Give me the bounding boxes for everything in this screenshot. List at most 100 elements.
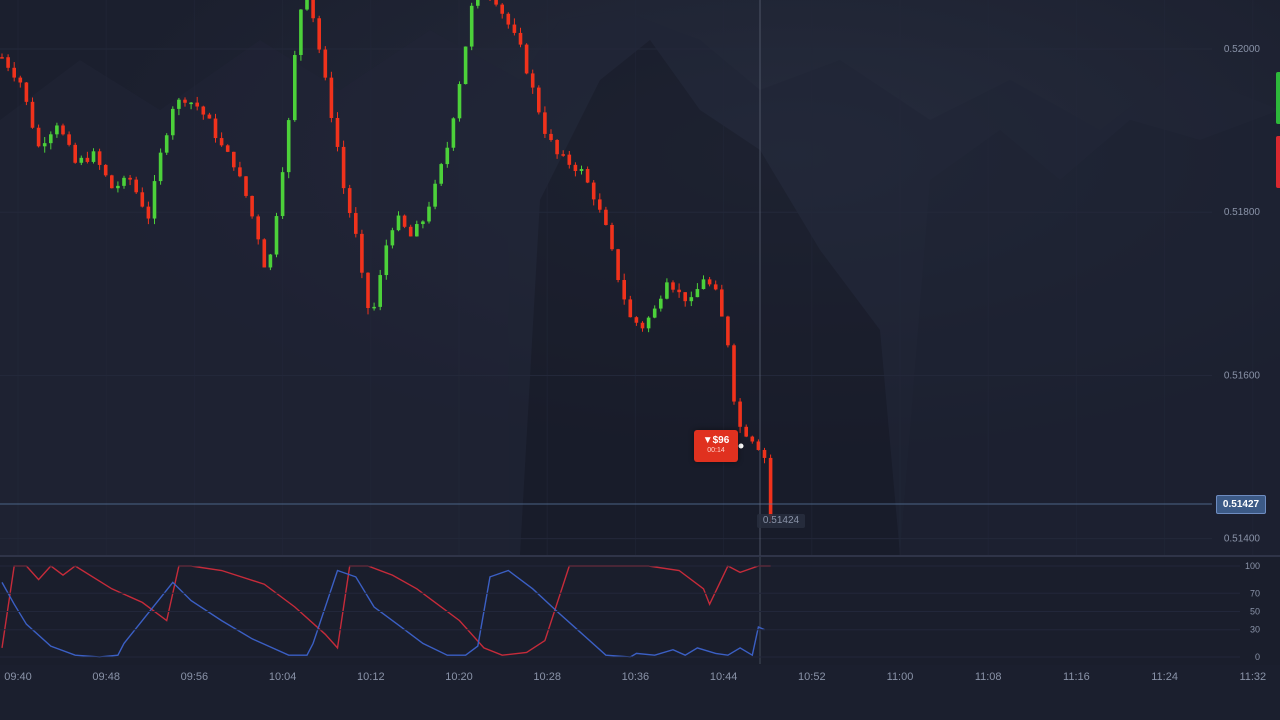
- candle-body: [103, 164, 108, 176]
- osc-tick-label: 30: [1250, 625, 1260, 635]
- candle-body: [274, 216, 279, 255]
- candle-body: [73, 144, 77, 163]
- candle-body: [476, 0, 480, 6]
- candle-body: [299, 9, 303, 56]
- candle-body: [689, 297, 694, 302]
- time-tick-label: 10:20: [445, 671, 473, 683]
- candle-body: [213, 118, 218, 139]
- time-tick-label: 11:00: [887, 671, 914, 683]
- candle-body: [512, 24, 517, 33]
- candle-body: [49, 134, 53, 144]
- candle-body: [463, 46, 468, 85]
- candle-body: [250, 195, 254, 217]
- candle-body: [762, 449, 767, 458]
- candle-body: [604, 209, 608, 225]
- candle-body: [677, 289, 681, 293]
- candle-body: [128, 177, 132, 180]
- price-tick-label: 0.51600: [1224, 370, 1261, 381]
- candle-body: [744, 426, 748, 437]
- last-price-dot: [738, 443, 744, 449]
- candle-body: [110, 175, 114, 189]
- candle-body: [537, 87, 541, 113]
- time-tick-label: 11:24: [1151, 671, 1178, 683]
- candle-body: [79, 157, 84, 163]
- candle-body: [494, 0, 498, 5]
- time-axis: 09:40 09:48 09:56 10:04 10:12 10:20 10:28 10:36…: [4, 671, 1266, 683]
- candle-body: [366, 272, 370, 309]
- time-tick-label: 09:48: [92, 671, 120, 683]
- candle-body: [219, 138, 224, 146]
- osc-tick-label: 50: [1250, 607, 1260, 617]
- candle-body: [634, 317, 639, 323]
- candle-body: [140, 192, 145, 207]
- candle-body: [665, 282, 669, 299]
- candle-body: [415, 224, 419, 237]
- candle-body: [640, 322, 645, 329]
- time-tick-label: 10:52: [798, 671, 826, 683]
- candle-body: [628, 299, 633, 318]
- candle-body: [610, 224, 614, 250]
- candle-body: [97, 151, 102, 165]
- candle-body: [183, 99, 187, 103]
- candle-body: [659, 298, 663, 309]
- candle-body: [530, 73, 535, 88]
- candle-body: [268, 254, 273, 268]
- candle-body: [0, 57, 4, 59]
- candle-body: [646, 317, 651, 329]
- candle-body: [567, 154, 572, 165]
- osc-tick-label: 0: [1255, 652, 1260, 662]
- time-tick-label: 09:56: [181, 671, 209, 683]
- candle-body: [225, 145, 230, 152]
- candle-body: [91, 151, 96, 162]
- candle-body: [372, 306, 376, 309]
- candle-body: [280, 172, 285, 217]
- candle-body: [652, 308, 657, 318]
- candle-body: [360, 233, 364, 273]
- candle-body: [378, 275, 382, 307]
- candle-body: [439, 164, 443, 184]
- current-price-badge: 0.51427: [1216, 495, 1266, 514]
- time-tick-label: 10:12: [357, 671, 385, 683]
- candle-body: [12, 67, 16, 78]
- trade-marker[interactable]: ▼$96 00:14: [694, 430, 738, 462]
- osc-tick-label: 70: [1250, 588, 1260, 598]
- candle-body: [451, 118, 456, 148]
- candle-body: [573, 164, 578, 171]
- candle-body: [591, 182, 596, 200]
- candle-body: [585, 169, 590, 183]
- side-tab-down[interactable]: [1276, 136, 1280, 188]
- candle-body: [384, 245, 389, 276]
- side-tab-up[interactable]: [1276, 72, 1280, 124]
- candle-body: [238, 167, 242, 177]
- price-tick-label: 0.51800: [1224, 207, 1261, 218]
- time-tick-label: 09:40: [4, 671, 32, 683]
- candle-body: [61, 125, 65, 135]
- candle-body: [311, 0, 315, 19]
- candle-body: [616, 249, 620, 281]
- candle-body: [713, 284, 718, 290]
- trade-amount: ▼$96: [702, 435, 730, 446]
- candle-body: [195, 102, 199, 107]
- candle-body: [390, 230, 395, 246]
- candle-body: [768, 457, 773, 517]
- candle-body: [134, 179, 138, 193]
- candle-body: [457, 84, 462, 119]
- time-tick-label: 10:44: [710, 671, 738, 683]
- candle-body: [42, 143, 47, 147]
- chart-canvas[interactable]: 0.520000.518000.516000.51400 1007050300 …: [0, 0, 1280, 720]
- candle-body: [750, 436, 755, 442]
- candle-body: [85, 157, 90, 162]
- candle-body: [329, 77, 334, 118]
- candle-body: [707, 279, 712, 285]
- candle-body: [506, 13, 511, 25]
- candle-body: [201, 106, 206, 115]
- candle-body: [335, 117, 340, 147]
- candle-body: [543, 112, 547, 134]
- candle-body: [555, 139, 559, 155]
- candle-body: [518, 32, 523, 45]
- candle-body: [293, 55, 297, 121]
- candle-body: [341, 146, 346, 189]
- candle-body: [421, 221, 425, 225]
- candle-body: [579, 169, 584, 171]
- candle-body: [116, 185, 120, 189]
